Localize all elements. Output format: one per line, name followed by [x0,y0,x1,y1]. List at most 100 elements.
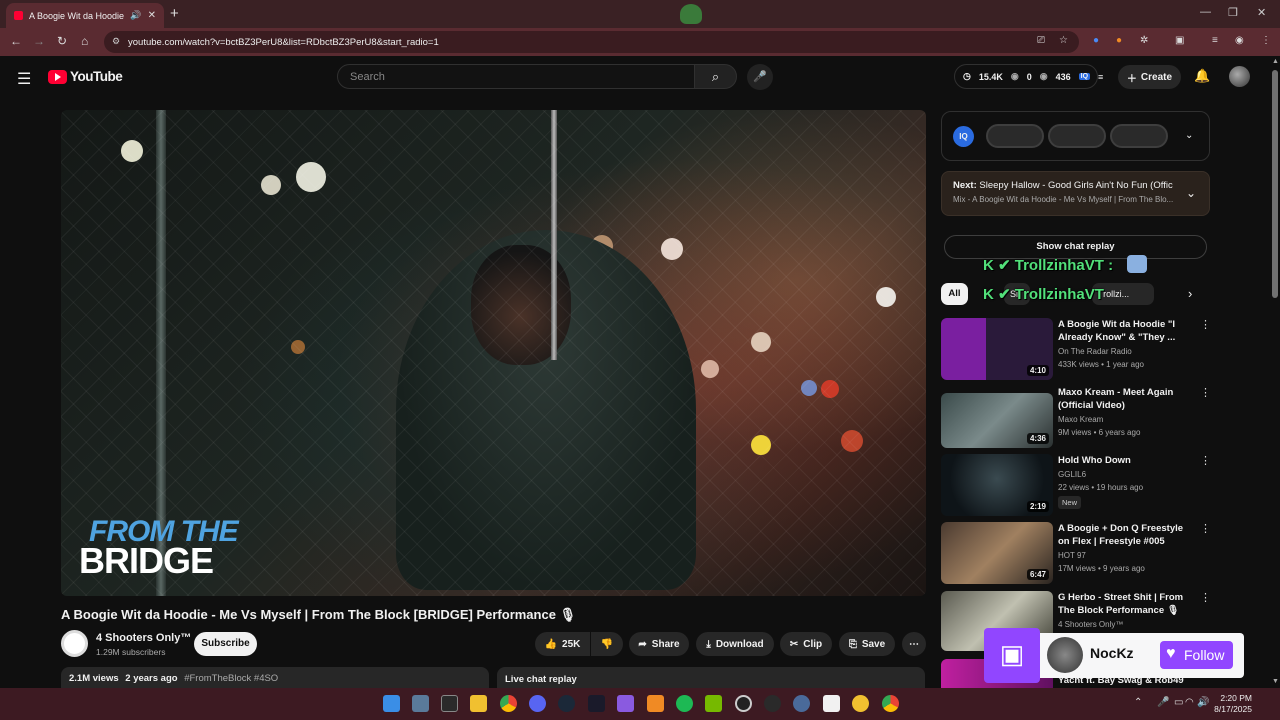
minimize-icon[interactable]: — [1200,6,1211,18]
iq-chip[interactable] [1048,124,1106,148]
recommendation-item[interactable]: 4:36 Maxo Kream - Meet Again (Official V… [941,387,1211,455]
hashtags[interactable]: #FromTheBlock #4SO [184,673,278,684]
profile-avatar-icon[interactable]: ◉ [1235,35,1244,46]
extensions-puzzle-icon[interactable]: ✲ [1140,35,1148,46]
file-explorer-icon[interactable] [470,695,487,712]
chevron-down-icon[interactable]: ⌄ [1185,130,1193,141]
recommendation-item[interactable]: 6:47 A Boogie + Don Q Freestyle on Flex … [941,522,1211,584]
extension-orange-icon[interactable]: ● [1116,35,1122,46]
reload-icon[interactable]: ↻ [57,34,67,48]
subscribe-button[interactable]: Subscribe [194,632,257,656]
close-tab-icon[interactable]: ✕ [148,10,156,21]
app-icon[interactable] [588,695,605,712]
recommendation-channel[interactable]: GGLIL6 [1058,470,1086,479]
voice-search-button[interactable]: 🎤 [747,64,773,90]
volume-icon[interactable]: 🔊 [1197,697,1209,708]
like-button[interactable]: 👍 25K [535,632,590,656]
more-vertical-icon[interactable]: ⋮ [1200,522,1211,535]
home-icon[interactable]: ⌂ [81,34,88,48]
more-vertical-icon[interactable]: ⋮ [1200,386,1211,399]
app-yellow-icon[interactable] [852,695,869,712]
create-button[interactable]: ＋ Create [1118,65,1181,89]
account-avatar[interactable] [1229,66,1250,87]
browser-menu-icon[interactable]: ⋮ [1261,35,1271,46]
app-network-icon[interactable] [793,695,810,712]
speaker-icon[interactable]: 🔊 [130,10,141,21]
back-icon[interactable]: ← [10,34,22,48]
recommendation-title[interactable]: A Boogie + Don Q Freestyle on Flex | Fre… [1058,522,1193,548]
scroll-up-icon[interactable]: ▲ [1272,58,1279,65]
video-thumbnail[interactable]: 6:47 [941,522,1053,584]
maximize-icon[interactable]: ❐ [1228,6,1238,19]
video-thumbnail[interactable]: 2:19 [941,454,1053,516]
chevron-down-icon[interactable]: ⌄ [1186,186,1196,200]
extension-blue-icon[interactable]: ● [1093,35,1099,46]
terminal-icon[interactable] [441,695,458,712]
recommendation-item[interactable]: 2:19 Hold Who Down GGLIL6 22 views • 19 … [941,454,1211,516]
widgets-icon[interactable] [412,695,429,712]
hamburger-menu-icon[interactable]: ☰ [17,69,31,89]
tab-search-icon[interactable]: ≡ [1212,35,1218,46]
stats-extension-widget[interactable]: ◷ 15.4K ◉ 0 ◉ 436 IQ ≡ [954,64,1103,89]
tray-overflow-icon[interactable]: ⌃ [1134,697,1142,708]
new-tab-button[interactable]: + [170,5,179,22]
address-bar[interactable]: youtube.com/watch?v=bctBZ3PerU8&list=RDb… [104,31,1079,53]
recommendation-title[interactable]: Hold Who Down [1058,454,1193,467]
channel-avatar[interactable] [61,630,88,657]
search-button[interactable]: ⌕ [694,64,737,89]
recommendation-title[interactable]: A Boogie Wit da Hoodie "I Already Know" … [1058,318,1193,344]
site-info-icon[interactable]: ⚙ [112,36,120,47]
recommendation-item[interactable]: 4:10 A Boogie Wit da Hoodie "I Already K… [941,318,1211,380]
nvidia-icon[interactable] [705,695,722,712]
browser-tab[interactable]: A Boogie Wit da Hoodie - M 🔊 ✕ [6,3,164,28]
discord-icon[interactable] [529,695,546,712]
recommendation-title[interactable]: Maxo Kream - Meet Again (Official Video) [1058,386,1193,412]
share-button[interactable]: ➦ Share [629,632,689,656]
video-thumbnail[interactable]: 4:10 [941,318,1053,380]
taskbar-clock[interactable]: 2:20 PM 8/17/2025 [1214,693,1252,715]
clip-button[interactable]: ✂ Clip [780,632,832,656]
forward-icon[interactable]: → [33,34,45,48]
app-c-icon[interactable] [764,695,781,712]
download-button[interactable]: ⤓ Download [696,632,774,656]
scroll-down-icon[interactable]: ▼ [1272,678,1279,685]
windows-start-icon[interactable] [383,695,400,712]
video-player[interactable]: FROM THE BRIDGE [61,110,926,596]
mic-tray-icon[interactable]: 🎤 [1157,697,1169,708]
spotify-icon[interactable] [676,695,693,712]
recommendation-title[interactable]: G Herbo - Street Shit | From The Block P… [1058,591,1193,617]
steam-icon[interactable] [558,695,575,712]
recommendation-channel[interactable]: HOT 97 [1058,551,1086,560]
dislike-button[interactable]: 👎 [591,632,623,656]
more-actions-button[interactable]: ⋯ [902,632,926,656]
vlc-icon[interactable] [647,695,664,712]
channel-name[interactable]: 4 Shooters Only™ [96,632,191,644]
chevron-right-icon[interactable]: › [1188,286,1192,301]
close-window-icon[interactable]: ✕ [1257,6,1266,19]
more-vertical-icon[interactable]: ⋮ [1200,318,1211,331]
bookmark-star-icon[interactable]: ☆ [1059,35,1068,46]
filter-chip-all[interactable]: All [941,283,968,305]
wifi-icon[interactable]: ◠ [1185,697,1194,708]
notifications-bell-icon[interactable]: 🔔 [1194,68,1210,84]
chrome-active-icon[interactable] [882,695,899,712]
notion-icon[interactable] [823,695,840,712]
video-thumbnail[interactable]: 4:36 [941,393,1053,448]
iq-logo[interactable]: IQ [953,126,974,147]
feather-app-icon[interactable] [617,695,634,712]
search-input[interactable]: Search [337,64,695,89]
more-vertical-icon[interactable]: ⋮ [1200,591,1211,604]
chrome-icon[interactable] [500,695,517,712]
next-up-panel[interactable]: Next: Sleepy Hallow - Good Girls Ain't N… [941,171,1210,216]
youtube-logo-text[interactable]: YouTube [70,69,123,84]
iq-chip[interactable] [1110,124,1168,148]
recommendation-channel[interactable]: On The Radar Radio [1058,347,1132,356]
sidepanel-icon[interactable]: ▣ [1175,35,1184,46]
youtube-logo-icon[interactable] [48,70,67,84]
iq-chip[interactable] [986,124,1044,148]
more-vertical-icon[interactable]: ⋮ [1200,454,1211,467]
network-icon[interactable]: ▭ [1174,697,1183,708]
scrollbar-thumb[interactable] [1272,70,1278,298]
cast-icon[interactable]: ⎚ [1037,35,1045,46]
save-button[interactable]: ⎘ Save [839,632,895,656]
